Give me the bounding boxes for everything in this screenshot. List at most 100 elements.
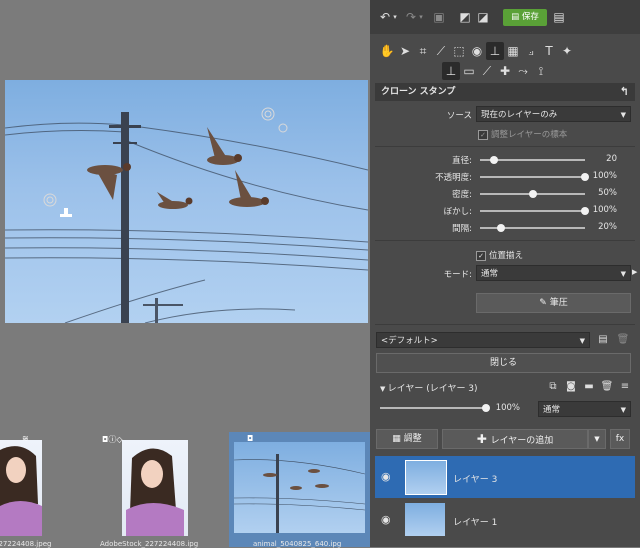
top-toolbar: ↶ ▾ ↷ ▾ ▣ ◩ ◪ ▤ 保存 ▤ (370, 0, 640, 34)
crop-icon[interactable]: ⌗ (414, 42, 432, 60)
slider-value: 50% (598, 188, 617, 198)
thumb-image (234, 442, 365, 533)
clone-stamp-tool-icon[interactable]: ⊥ (486, 42, 504, 60)
retouch-brush-icon[interactable]: ⟋ (478, 62, 496, 80)
layer-thumbnail (405, 460, 447, 495)
panel-scroll-arrow[interactable]: ▶ (632, 268, 637, 276)
magic-brush-icon[interactable]: ⟟ (532, 62, 550, 80)
fx-button[interactable]: fx (610, 429, 630, 449)
clone-stamp-header: クローン スタンプ ↰ (375, 83, 635, 101)
eraser-icon[interactable]: ▭ (460, 62, 478, 80)
pressure-button[interactable]: ✎ 筆圧 (476, 293, 631, 313)
canvas-area: ≋ 227224408.jpeg ◘ⓘ◇ AdobeStock_22722440… (0, 0, 370, 548)
duplicate-layer-icon[interactable]: ⧉ (544, 378, 562, 396)
layer-thumbnail (405, 503, 445, 536)
divider (375, 324, 635, 325)
chevron-down-icon: ▼ (620, 406, 626, 414)
mode-select[interactable]: 通常 ▼ (476, 265, 631, 281)
text-icon[interactable]: T (540, 42, 558, 60)
image-icon[interactable]: ▣ (430, 8, 448, 26)
align-option[interactable]: ✓ 位置揃え (476, 249, 523, 261)
bandage-icon[interactable]: ✚ (496, 62, 514, 80)
slider-track[interactable] (480, 227, 585, 229)
close-label: 閉じる (489, 358, 517, 368)
source-select[interactable]: 現在のレイヤーのみ ▼ (476, 106, 631, 122)
perspective-icon[interactable]: ⟋ (432, 42, 450, 60)
trash-icon[interactable]: 🗑 (598, 378, 616, 396)
girl-image-2 (126, 448, 184, 536)
adjust-button[interactable]: ▦ 調整 (376, 429, 438, 449)
mode-label: モード: (443, 270, 472, 280)
chevron-down-icon: ▼ (579, 337, 585, 345)
undo-dropdown-icon[interactable]: ▾ (390, 8, 400, 26)
add-layer-button[interactable]: ✚ レイヤーの追加 (442, 429, 588, 449)
canvas-image (5, 107, 368, 323)
slider-label: 不透明度: (435, 173, 472, 183)
save-as-icon[interactable]: ▤ (550, 8, 568, 26)
layer-name: レイヤー 1 (453, 518, 498, 528)
reset-icon[interactable]: ↰ (620, 83, 629, 101)
layers-title: レイヤー (レイヤー 3) (387, 384, 478, 394)
pen-icon: ✎ (539, 298, 550, 308)
thumb-image (0, 440, 42, 536)
divider (375, 240, 635, 241)
visibility-eye-icon[interactable]: ◉ (381, 470, 391, 483)
menu-icon[interactable]: ≡ (616, 378, 634, 396)
chevron-down-icon: ▼ (620, 270, 626, 278)
stamp-sub-icon[interactable]: ⊥ (442, 62, 460, 80)
redo-dropdown-icon[interactable]: ▾ (416, 8, 426, 26)
mask-icon[interactable]: ◙ (562, 378, 580, 396)
slider-track[interactable] (480, 176, 585, 178)
eye-icon[interactable]: ◉ (468, 42, 486, 60)
close-button[interactable]: 閉じる (376, 353, 631, 373)
slider-label: 密度: (452, 190, 472, 200)
slider-knob[interactable] (528, 190, 537, 198)
rotate-left-icon[interactable]: ◩ (456, 8, 474, 26)
adjust-label: 調整 (403, 434, 422, 444)
slider-value: 20% (598, 222, 617, 232)
save-preset-icon[interactable]: ▤ (594, 331, 612, 349)
folder-icon[interactable]: ▬ (580, 378, 598, 396)
filmstrip-thumb-2[interactable]: ◘ⓘ◇ AdobeStock_227224408.ipg (100, 432, 198, 548)
camera-info-tag-icons: ◘ⓘ◇ (102, 435, 123, 444)
mode-value: 通常 (481, 269, 499, 279)
plus-icon: ✚ (476, 432, 491, 446)
visibility-eye-icon[interactable]: ◉ (381, 513, 391, 526)
align-label: 位置揃え (489, 251, 524, 261)
blend-mode-select[interactable]: 通常 ▼ (538, 401, 631, 417)
delete-preset-icon[interactable]: 🗑 (614, 331, 632, 349)
layer-row[interactable]: ◉ レイヤー 1 (375, 499, 635, 541)
filmstrip-thumb-3-selected[interactable]: ◘ animal_5040825_640.ipg (229, 432, 370, 548)
rotate-right-icon[interactable]: ◪ (474, 8, 492, 26)
source-label: ソース (446, 111, 472, 121)
pressure-label: 筆圧 (549, 298, 568, 308)
slider-label: 直径: (452, 156, 472, 166)
layer-opacity-slider[interactable] (380, 407, 486, 409)
slider-knob[interactable] (497, 224, 505, 232)
slider-knob[interactable] (489, 156, 498, 164)
layer-row-selected[interactable]: ◉ レイヤー 3 (375, 456, 635, 498)
divider (375, 146, 635, 147)
adjust-icon: ▦ (392, 434, 404, 444)
collapse-icon[interactable]: ▼ (380, 385, 388, 393)
stack-icon: ≋ (22, 434, 29, 443)
adjust-layer-sample-option[interactable]: ✓ 調整レイヤーの標本 (478, 128, 567, 140)
filmstrip-thumb-1[interactable]: ≋ 227224408.jpeg (0, 432, 60, 548)
image-canvas[interactable] (5, 80, 368, 323)
slider-track[interactable] (480, 210, 585, 212)
brush-icon[interactable]: ⟓ (522, 42, 540, 60)
sparkle-icon[interactable]: ✦ (558, 42, 576, 60)
save-button[interactable]: ▤ 保存 (503, 9, 547, 26)
layers-header: ▼ レイヤー (レイヤー 3) (380, 381, 478, 394)
add-layer-dropdown[interactable]: ▼ (588, 429, 606, 449)
selection-icon[interactable]: ⬚ (450, 42, 468, 60)
ducks-thumb (234, 454, 365, 533)
chevron-down-icon: ▼ (620, 111, 626, 119)
hand-icon[interactable]: ✋ (378, 42, 396, 60)
grid-icon[interactable]: ▦ (504, 42, 522, 60)
fx-label: fx (615, 434, 625, 444)
smudge-icon[interactable]: ⤳ (514, 62, 532, 80)
girl-image-1 (0, 446, 42, 536)
pointer-icon[interactable]: ➤ (396, 42, 414, 60)
preset-select[interactable]: <デフォルト> ▼ (376, 332, 590, 348)
